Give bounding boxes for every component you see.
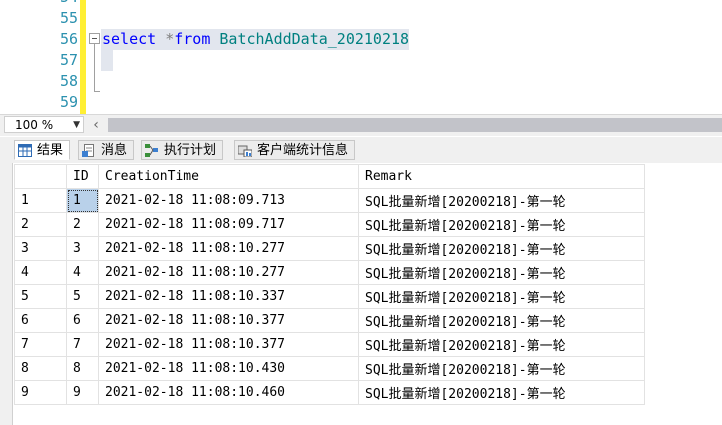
row-number[interactable]: 6 (14, 308, 67, 333)
cell-remark[interactable]: SQL批量新增[20200218]-第一轮 (358, 260, 645, 285)
corner-header[interactable] (14, 164, 67, 189)
table-row: 9 9 2021-02-18 11:08:10.460 SQL批量新增[2020… (14, 380, 645, 405)
table-row: 6 6 2021-02-18 11:08:10.377 SQL批量新增[2020… (14, 308, 645, 333)
operator-star: * (165, 30, 175, 48)
keyword-select: select (102, 30, 157, 48)
tab-client-statistics[interactable]: 客户端统计信息 (234, 140, 356, 160)
tab-label: 执行计划 (164, 143, 217, 158)
cell-remark[interactable]: SQL批量新增[20200218]-第一轮 (358, 308, 645, 333)
cell-creationtime[interactable]: 2021-02-18 11:08:10.337 (98, 284, 359, 309)
cell-creationtime[interactable]: 2021-02-18 11:08:09.713 (98, 188, 359, 213)
change-tracking-bar (80, 0, 86, 115)
cell-remark[interactable]: SQL批量新增[20200218]-第一轮 (358, 332, 645, 357)
row-number[interactable]: 5 (14, 284, 67, 309)
column-header-creationtime[interactable]: CreationTime (98, 164, 359, 189)
tab-label: 客户端统计信息 (257, 143, 349, 158)
cell-remark[interactable]: SQL批量新增[20200218]-第一轮 (358, 284, 645, 309)
row-number[interactable]: 3 (14, 236, 67, 261)
row-number[interactable]: 9 (14, 380, 67, 405)
line-number-gutter: 54 55 56 57 58 59 (0, 0, 78, 115)
table-row: 3 3 2021-02-18 11:08:10.277 SQL批量新增[2020… (14, 236, 645, 261)
results-grid[interactable]: ID CreationTime Remark 1 1 2021-02-18 11… (0, 163, 722, 425)
tab-label: 结果 (37, 143, 64, 158)
cell-remark[interactable]: SQL批量新增[20200218]-第一轮 (358, 236, 645, 261)
line-number: 59 (59, 93, 78, 111)
chevron-down-icon: ▼ (73, 120, 80, 130)
scroll-left-icon[interactable]: ‹ (88, 116, 104, 134)
row-number[interactable]: 2 (14, 212, 67, 237)
tab-label: 消息 (101, 143, 128, 158)
cell-creationtime[interactable]: 2021-02-18 11:08:10.430 (98, 356, 359, 381)
row-number[interactable]: 4 (14, 260, 67, 285)
row-number[interactable]: 8 (14, 356, 67, 381)
table-row: 4 4 2021-02-18 11:08:10.277 SQL批量新增[2020… (14, 260, 645, 285)
cell-remark[interactable]: SQL批量新增[20200218]-第一轮 (358, 212, 645, 237)
cell-creationtime[interactable]: 2021-02-18 11:08:10.277 (98, 236, 359, 261)
table-row: 2 2 2021-02-18 11:08:09.717 SQL批量新增[2020… (14, 212, 645, 237)
tab-messages[interactable]: 消息 (78, 140, 135, 160)
cell-id[interactable]: 9 (66, 380, 99, 405)
cell-id[interactable]: 8 (66, 356, 99, 381)
horizontal-scrollbar-thumb[interactable] (108, 118, 722, 132)
cell-id[interactable]: 6 (66, 308, 99, 333)
table-header-row: ID CreationTime Remark (14, 164, 645, 189)
zoom-value: 100 % (15, 118, 54, 132)
table-row: 8 8 2021-02-18 11:08:10.430 SQL批量新增[2020… (14, 356, 645, 381)
table-row: 7 7 2021-02-18 11:08:10.377 SQL批量新增[2020… (14, 332, 645, 357)
document-icon (82, 144, 94, 157)
table-row: 1 1 2021-02-18 11:08:09.713 SQL批量新增[2020… (14, 188, 645, 213)
line-number: 57 (59, 51, 78, 69)
cell-id[interactable]: 2 (66, 212, 99, 237)
statistics-icon (238, 145, 252, 157)
selection-highlight (101, 50, 113, 71)
collapse-toggle-icon[interactable] (89, 33, 100, 44)
line-number: 58 (59, 72, 78, 90)
row-number[interactable]: 1 (14, 188, 67, 213)
execution-plan-icon (145, 144, 158, 157)
line-number: 55 (59, 9, 78, 27)
grid-left-strip (0, 163, 13, 425)
line-number: 56 (59, 30, 78, 48)
cell-creationtime[interactable]: 2021-02-18 11:08:10.277 (98, 260, 359, 285)
sql-editor[interactable]: 54 55 56 57 58 59 select *from BatchAddD… (0, 0, 722, 115)
line-number: 54 (0, 0, 78, 8)
column-header-remark[interactable]: Remark (358, 164, 645, 189)
cell-creationtime[interactable]: 2021-02-18 11:08:10.377 (98, 308, 359, 333)
cell-id[interactable]: 7 (66, 332, 99, 357)
keyword-from: from (174, 30, 211, 48)
cell-creationtime[interactable]: 2021-02-18 11:08:09.717 (98, 212, 359, 237)
cell-id[interactable]: 4 (66, 260, 99, 285)
cell-id[interactable]: 5 (66, 284, 99, 309)
code-line[interactable]: select *from BatchAddData_20210218 (102, 29, 409, 50)
results-table: ID CreationTime Remark 1 1 2021-02-18 11… (14, 164, 645, 405)
table-identifier: BatchAddData_20210218 (219, 30, 410, 48)
cell-creationtime[interactable]: 2021-02-18 11:08:10.377 (98, 332, 359, 357)
zoom-select[interactable]: 100 % ▼ (4, 116, 84, 133)
cell-id[interactable]: 3 (66, 236, 99, 261)
cell-remark[interactable]: SQL批量新增[20200218]-第一轮 (358, 356, 645, 381)
fold-guide-end (94, 91, 100, 92)
column-header-id[interactable]: ID (66, 164, 99, 189)
tab-execution-plan[interactable]: 执行计划 (141, 140, 224, 160)
editor-status-bar: 100 % ▼ ‹ (0, 114, 722, 136)
cell-creationtime[interactable]: 2021-02-18 11:08:10.460 (98, 380, 359, 405)
row-number[interactable]: 7 (14, 332, 67, 357)
tab-results[interactable]: 结果 (14, 140, 71, 160)
cell-remark[interactable]: SQL批量新增[20200218]-第一轮 (358, 188, 645, 213)
cell-remark[interactable]: SQL批量新增[20200218]-第一轮 (358, 380, 645, 405)
cell-id-selected[interactable]: 1 (66, 188, 99, 213)
table-row: 5 5 2021-02-18 11:08:10.337 SQL批量新增[2020… (14, 284, 645, 309)
grid-icon (18, 144, 32, 157)
fold-guide (94, 44, 95, 92)
results-tabstrip: 结果 消息 执行计划 客户端统计信息 (0, 137, 722, 163)
